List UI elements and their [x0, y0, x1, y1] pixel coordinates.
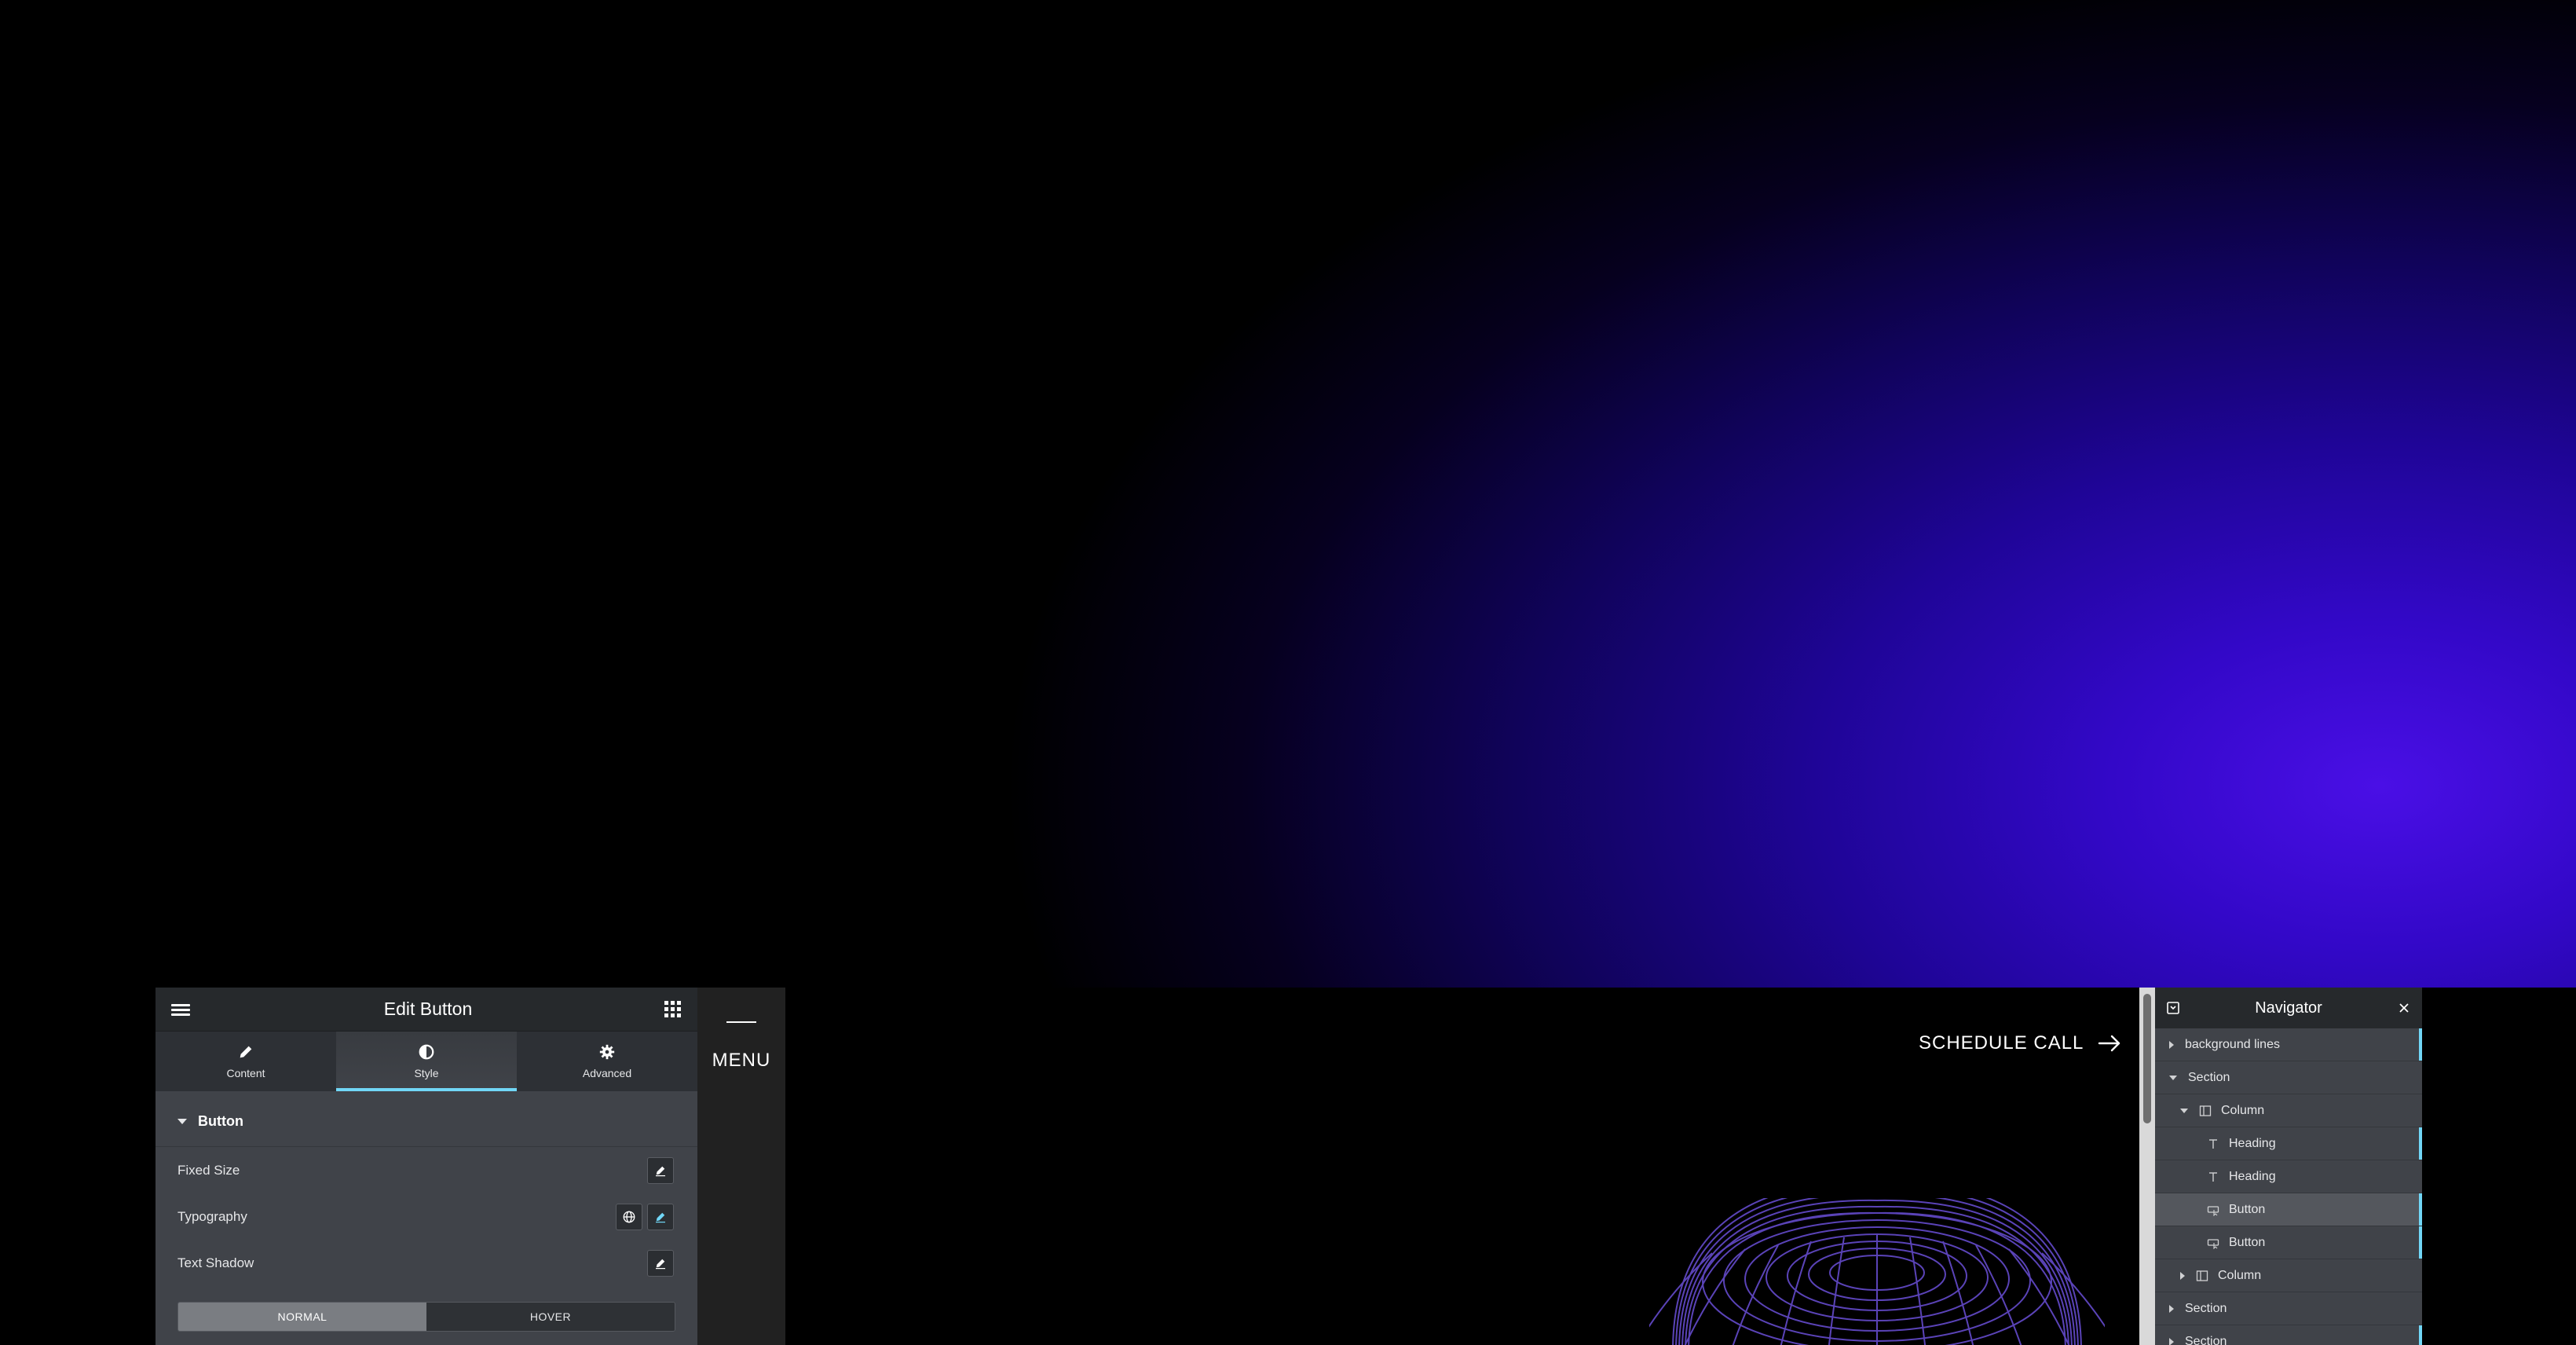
- control-text-shadow: Text Shadow: [156, 1240, 697, 1286]
- control-fixed-size: Fixed Size: [156, 1147, 697, 1193]
- pencil-icon: [656, 1212, 665, 1222]
- canvas-scrollbar[interactable]: [2139, 988, 2155, 1345]
- button-section-toggle[interactable]: Button: [156, 1096, 697, 1147]
- navigator-item-label: Heading: [2229, 1169, 2276, 1183]
- navigator-item-label: background lines: [2185, 1037, 2280, 1051]
- edit-text-shadow-button[interactable]: [647, 1249, 674, 1277]
- control-label: Text Shadow: [177, 1255, 254, 1270]
- button-widget-icon: [2207, 1205, 2219, 1216]
- navigator-item-label: Column: [2218, 1268, 2262, 1282]
- half-circle-icon: [419, 1044, 434, 1060]
- navigator-item-heading[interactable]: Heading: [2155, 1127, 2422, 1160]
- edit-typography-button[interactable]: [647, 1203, 674, 1230]
- navigator-title: Navigator: [2255, 999, 2322, 1017]
- wireframe-torus-graphic: [1649, 1198, 2105, 1345]
- panel-title: Edit Button: [383, 999, 473, 1019]
- tab-style[interactable]: Style: [336, 1032, 517, 1091]
- torus-meridian: [1780, 1241, 1812, 1345]
- close-icon[interactable]: [2397, 1001, 2411, 1015]
- edit-panel: Edit Button Content Style Advanced Butto…: [156, 988, 697, 1345]
- navigator-item-section[interactable]: Section: [2155, 1292, 2422, 1325]
- control-label: Fixed Size: [177, 1162, 240, 1178]
- tab-style-label: Style: [414, 1067, 439, 1079]
- menu-label: MENU: [712, 1050, 771, 1071]
- caret-right-icon[interactable]: [2180, 1271, 2185, 1280]
- pencil-icon: [656, 1166, 665, 1176]
- pencil-icon: [656, 1259, 665, 1269]
- navigator-item-label: Column: [2221, 1103, 2265, 1117]
- heading-icon: [2209, 1138, 2217, 1149]
- site-menu-strip[interactable]: MENU: [697, 988, 785, 1345]
- state-toggle: NORMAL HOVER: [177, 1302, 675, 1332]
- schedule-call-label: SCHEDULE CALL: [1919, 1032, 2084, 1054]
- navigator-item-column[interactable]: Column: [2155, 1094, 2422, 1127]
- hamburger-menu-icon[interactable]: [171, 1002, 192, 1017]
- navigator-item-label: Button: [2229, 1202, 2266, 1216]
- torus-meridian: [1942, 1241, 1974, 1345]
- state-normal-tab[interactable]: NORMAL: [178, 1303, 426, 1331]
- column-icon: [2196, 1270, 2208, 1281]
- caret-right-icon[interactable]: [2169, 1040, 2174, 1049]
- navigator-item-label: Section: [2188, 1070, 2230, 1084]
- tab-advanced-label: Advanced: [582, 1067, 632, 1079]
- panel-header: Edit Button: [156, 988, 697, 1032]
- gear-icon: [599, 1044, 615, 1060]
- hero-gradient-background: [0, 0, 2576, 988]
- schedule-call-link[interactable]: SCHEDULE CALL: [1919, 1032, 2121, 1054]
- heading-icon: [2209, 1171, 2217, 1182]
- button-widget-icon: [2207, 1238, 2219, 1249]
- scrollbar-thumb[interactable]: [2143, 994, 2151, 1123]
- navigator-panel: Navigator background lines Section Colum…: [2155, 988, 2422, 1345]
- column-icon: [2199, 1105, 2212, 1116]
- widgets-grid-icon[interactable]: [664, 1000, 682, 1018]
- navigator-item-label: Heading: [2229, 1136, 2276, 1150]
- navigator-item-label: Button: [2229, 1235, 2266, 1249]
- navigator-header: Navigator: [2155, 988, 2422, 1028]
- state-hover-tab[interactable]: HOVER: [426, 1303, 675, 1331]
- navigator-item-heading[interactable]: Heading: [2155, 1160, 2422, 1193]
- navigator-item-section[interactable]: Section: [2155, 1325, 2422, 1345]
- tab-advanced[interactable]: Advanced: [517, 1032, 697, 1091]
- caret-down-icon[interactable]: [2180, 1108, 2188, 1113]
- caret-right-icon[interactable]: [2169, 1304, 2174, 1313]
- section-title: Button: [198, 1112, 243, 1129]
- navigator-item-button[interactable]: Button: [2155, 1226, 2422, 1259]
- navigator-item-column[interactable]: Column: [2155, 1259, 2422, 1292]
- collapse-all-icon[interactable]: [2166, 1001, 2180, 1015]
- edit-fixed-size-button[interactable]: [647, 1156, 674, 1184]
- panel-tabs: Content Style Advanced: [156, 1032, 697, 1091]
- navigator-item-background-lines[interactable]: background lines: [2155, 1028, 2422, 1061]
- global-typography-button[interactable]: [616, 1203, 642, 1230]
- pencil-icon: [240, 1046, 252, 1058]
- globe-icon: [623, 1211, 635, 1222]
- navigator-item-button-selected[interactable]: Button: [2155, 1193, 2422, 1226]
- tab-content-label: Content: [226, 1067, 265, 1079]
- tab-content[interactable]: Content: [156, 1032, 336, 1091]
- navigator-item-label: Section: [2185, 1334, 2227, 1345]
- caret-right-icon[interactable]: [2169, 1337, 2174, 1345]
- control-typography: Typography: [156, 1193, 697, 1240]
- caret-down-icon: [177, 1118, 187, 1124]
- navigator-item-section[interactable]: Section: [2155, 1061, 2422, 1094]
- navigator-item-label: Section: [2185, 1301, 2227, 1315]
- arrow-right-icon: [2098, 1035, 2120, 1052]
- caret-down-icon[interactable]: [2169, 1075, 2177, 1080]
- menu-line-icon: [726, 1021, 756, 1023]
- control-label: Typography: [177, 1208, 247, 1224]
